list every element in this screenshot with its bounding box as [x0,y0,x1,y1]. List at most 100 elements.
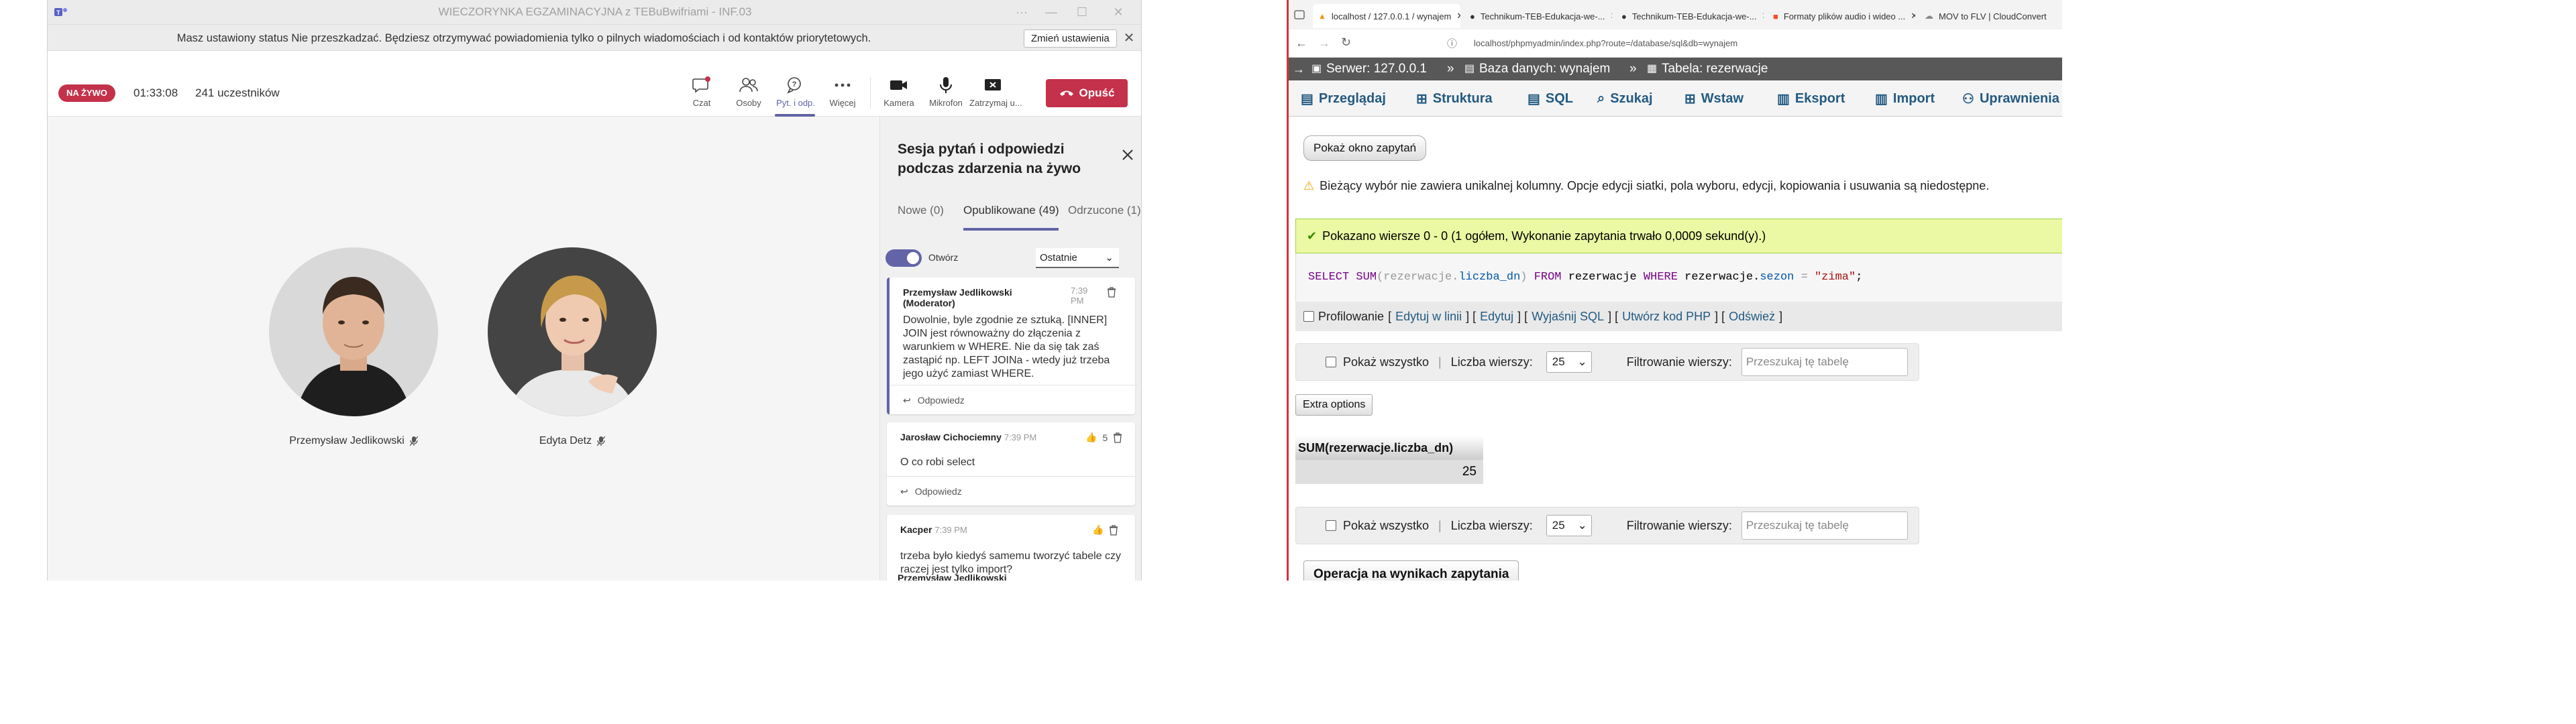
edit-link[interactable]: Edytuj [1480,310,1513,324]
toolbar-stop-sharing[interactable]: Zatrzymaj u... [969,74,1022,108]
leave-button[interactable]: Opuść [1046,79,1128,107]
delete-icon[interactable] [1113,432,1122,443]
back-icon[interactable]: ← [1295,36,1307,50]
toolbar-label: Pyt. i odp. [776,98,815,108]
tab-privileges[interactable]: ⚇ Uprawnienia [1962,88,2059,109]
export-icon: ▥ [1777,91,1790,107]
toggle-label: Otwórz [928,252,959,263]
url-field[interactable]: localhost/phpmyadmin/index.php?route=/da… [1474,36,1737,51]
breadcrumb-table[interactable]: Tabela: rezerwacje [1662,58,1768,80]
profiling-label: Profilowanie [1318,309,1385,323]
toolbar-qa[interactable]: ? Pyt. i odp. [772,74,819,108]
chat-icon [678,74,725,97]
like-icon[interactable]: 👍 [1092,524,1104,536]
close-window-icon[interactable]: ✕ [1104,0,1133,24]
tab-close-icon[interactable]: ✕ [1911,11,1915,21]
show-query-box-button[interactable]: Pokaż okno zapytań [1303,135,1427,161]
rows-select[interactable]: 25 ⌄ [1546,351,1592,373]
toolbar-microphone[interactable]: Mikrofon [922,74,969,108]
profiling-checkbox[interactable] [1303,311,1314,322]
sql-keyword: WHERE [1643,271,1685,284]
qa-close-icon[interactable] [1120,147,1135,162]
tab-browse[interactable]: ▤ Przeglądaj [1301,88,1386,109]
teams-window: T WIECZORYNKA EGZAMINACYJNA z TEBuBwifri… [47,0,1142,581]
tab-close-icon[interactable]: ✕ [1762,11,1764,21]
sql-icon: ▤ [1527,91,1540,107]
tab-label: Szukaj [1610,90,1653,106]
participant-tile[interactable]: Edyta Detz [488,247,657,447]
more-options-icon[interactable]: ··· [1007,0,1036,24]
tab-search[interactable]: ⌕ Szukaj [1597,88,1653,109]
extra-options-button[interactable]: Extra options [1295,394,1373,416]
tab-import[interactable]: ▥ Import [1875,88,1935,109]
active-tab-indicator [963,228,1059,231]
rows-select[interactable]: 25 ⌄ [1546,515,1592,536]
result-column-header[interactable]: SUM(rezerwacje.liczba_dn) [1295,436,1483,460]
filter-rows-input[interactable]: Przeszukaj tę tabelę [1741,511,1908,540]
create-php-code-link[interactable]: Utwórz kod PHP [1622,310,1711,324]
toolbar-more[interactable]: Więcej [819,74,866,108]
toolbar-chat[interactable]: Czat [678,74,725,108]
reply-button[interactable]: ↩ Odpowiedz [890,385,1138,414]
browser-tab[interactable]: ■ Formaty plików audio i wideo ... ✕ [1768,4,1915,28]
collapse-arrow-icon[interactable]: → [1293,58,1305,80]
delete-icon[interactable] [1107,287,1116,298]
breadcrumb-database[interactable]: Baza danych: wynajem [1479,58,1610,80]
reply-button[interactable]: ↩ Odpowiedz [887,476,1135,505]
participant-tile[interactable]: Przemysław Jedlikowski [269,247,438,447]
show-all-checkbox[interactable] [1326,357,1336,367]
github-favicon-icon: ● [1621,11,1627,21]
browser-menu-icon[interactable] [1294,9,1305,20]
bracket: ] [1779,309,1783,323]
toolbar-label: Mikrofon [929,98,963,108]
change-settings-button[interactable]: Zmień ustawienia [1024,29,1117,48]
tab-close-icon[interactable]: ✕ [1456,11,1460,21]
open-toggle[interactable] [885,249,922,267]
browser-tab[interactable]: ☁ MOV to FLV | CloudConvert [1919,4,2062,28]
forward-icon[interactable]: → [1318,36,1330,50]
toolbar-label: Osoby [736,98,761,108]
tab-title: Formaty plików audio i wideo ... [1783,11,1906,21]
tab-rejected[interactable]: Odrzucone (1) [1068,204,1141,217]
inline-edit-link[interactable]: Edytuj w linii [1395,310,1462,324]
sort-select[interactable]: Ostatnie ⌄ [1036,248,1119,268]
refresh-link[interactable]: Odśwież [1729,310,1775,324]
site-info-icon[interactable]: ⓘ [1447,36,1457,50]
show-all-checkbox[interactable] [1326,520,1336,531]
tab-export[interactable]: ▥ Eksport [1777,88,1845,109]
maximize-icon[interactable]: ☐ [1067,0,1097,24]
query-results-operations-legend: Operacja na wynikach zapytania [1303,560,1519,581]
browser-tab[interactable]: ● Technikum-TEB-Edukacja-we-... ✕ [1616,4,1764,28]
tab-published[interactable]: Opublikowane (49) [963,204,1059,217]
leave-label: Opuść [1079,86,1115,99]
delete-icon[interactable] [1109,524,1118,536]
bracket: ] [ [1715,309,1725,323]
minimize-icon[interactable]: — [1036,0,1066,24]
tab-sql[interactable]: ▤ SQL [1527,88,1573,109]
toolbar-people[interactable]: Osoby [725,74,772,108]
reload-icon[interactable]: ↻ [1341,36,1351,50]
breadcrumb-server[interactable]: Serwer: 127.0.0.1 [1326,58,1427,80]
filter-rows-input[interactable]: Przeszukaj tę tabelę [1741,348,1908,376]
dnd-banner: Masz ustawiony status Nie przeszkadzać. … [48,24,1141,51]
toolbar-camera[interactable]: Kamera [875,74,922,108]
banner-close-icon[interactable]: ✕ [1121,30,1137,46]
tab-title: Technikum-TEB-Edukacja-we-... [1631,11,1757,21]
sql-text: rezerwacje. [1684,271,1760,284]
like-icon[interactable]: 👍 [1085,432,1097,443]
tab-structure[interactable]: ⊞ Struktura [1416,88,1493,109]
tab-new[interactable]: Nowe (0) [898,204,944,217]
avatar [488,247,657,416]
browser-tab[interactable]: ▲ localhost / 127.0.0.1 / wynajem ✕ [1313,4,1460,28]
question-time: 7:39 PM [934,525,967,535]
question-actions: 👍 [1092,524,1118,536]
qa-panel: Sesja pytań i odpowiedzi podczas zdarzen… [879,117,1141,581]
explain-sql-link[interactable]: Wyjaśnij SQL [1532,310,1604,324]
browser-tab[interactable]: ● Technikum-TEB-Edukacja-we-... ✕ [1464,4,1612,28]
tab-insert[interactable]: ⊞ Wstaw [1684,88,1743,109]
success-message: ✔ Pokazano wiersze 0 - 0 (1 ogółem, Wyko… [1295,219,2062,253]
bracket: ] [ [1517,309,1528,323]
sql-text: ; [1856,271,1863,284]
tab-close-icon[interactable]: ✕ [1611,11,1612,21]
question-time: 7:39 PM [1071,286,1088,306]
